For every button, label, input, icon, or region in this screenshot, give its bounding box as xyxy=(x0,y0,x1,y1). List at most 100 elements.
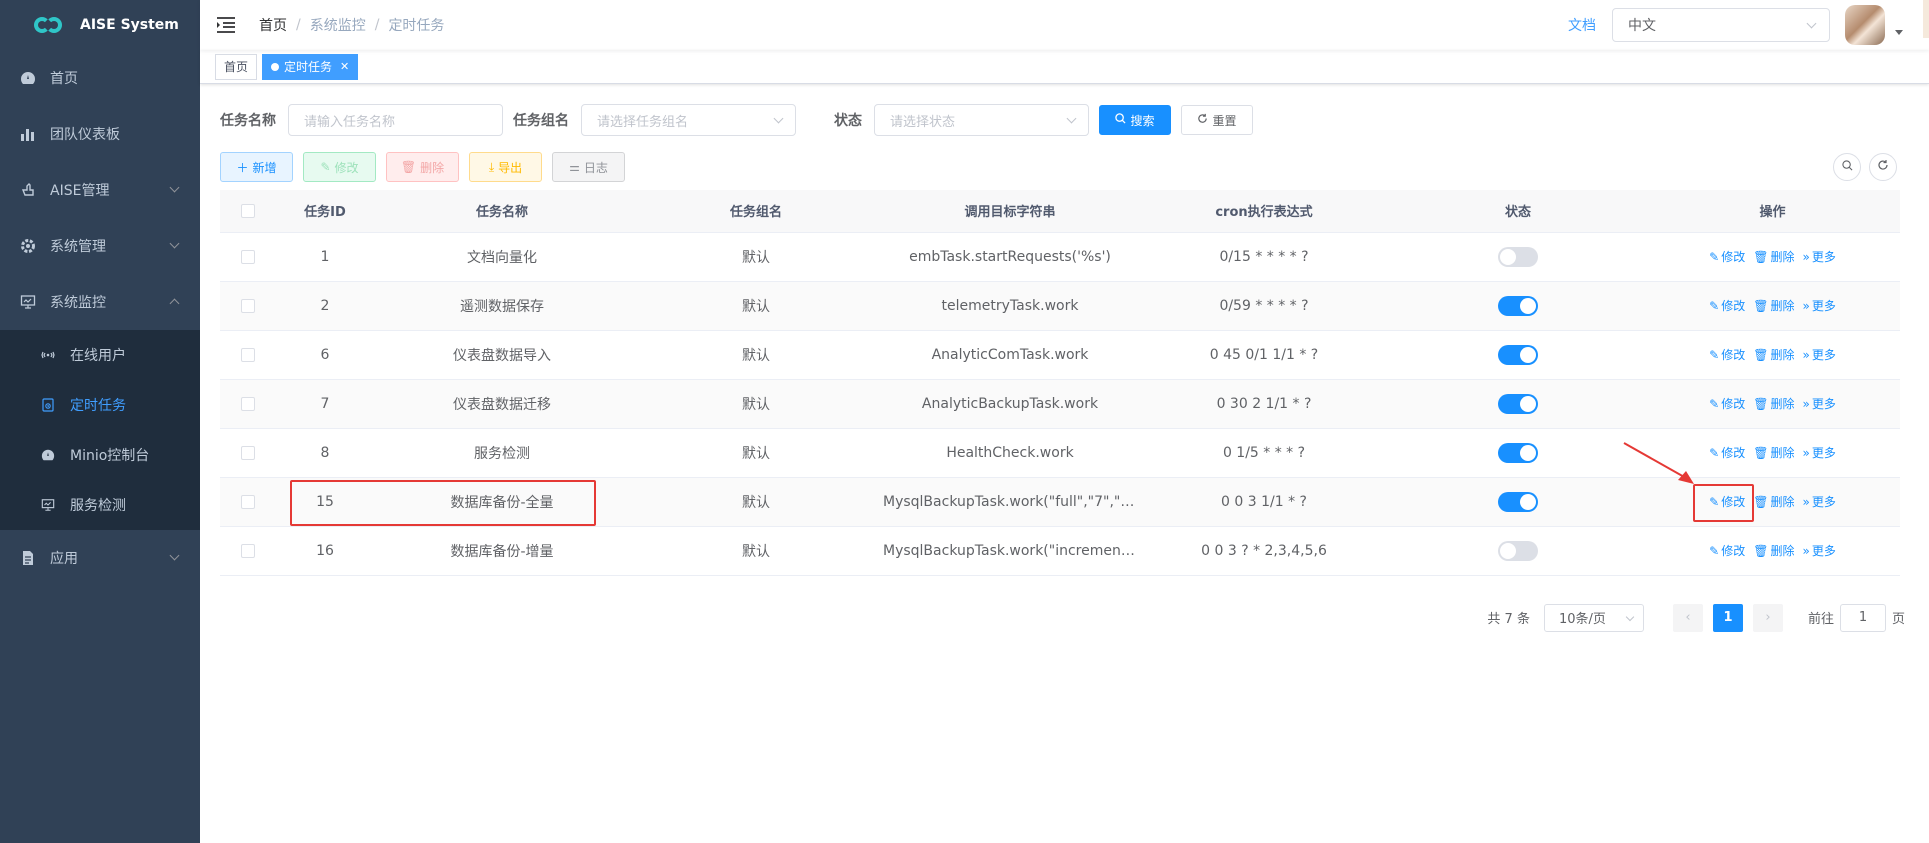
row-checkbox[interactable] xyxy=(240,249,255,264)
trash-icon: 🗑 xyxy=(1753,544,1769,558)
row-edit-button[interactable]: ✎ 修改 xyxy=(1709,446,1745,460)
status-switch[interactable] xyxy=(1498,393,1538,414)
row-select-cell[interactable] xyxy=(220,526,275,576)
cell-status xyxy=(1391,330,1645,380)
row-delete-label: 删除 xyxy=(1770,544,1795,558)
job-group-select[interactable]: 请选择任务组名 xyxy=(581,104,796,136)
row-checkbox[interactable] xyxy=(240,298,255,313)
job-name-input[interactable]: 请输入任务名称 xyxy=(288,104,503,136)
sidebar-item-scheduled-jobs[interactable]: 定时任务 xyxy=(0,380,200,430)
row-select-cell[interactable] xyxy=(220,232,275,282)
row-select-cell[interactable] xyxy=(220,281,275,331)
language-select[interactable]: 中文 xyxy=(1612,8,1830,42)
toggle-search-button[interactable] xyxy=(1833,153,1861,181)
row-edit-button[interactable]: ✎ 修改 xyxy=(1709,299,1745,313)
row-checkbox[interactable] xyxy=(240,396,255,411)
close-icon[interactable]: ✕ xyxy=(340,60,349,73)
sidebar-item-online-users[interactable]: 在线用户 xyxy=(0,330,200,380)
log-button[interactable]: ⚌ 日志 xyxy=(552,152,625,182)
row-more-button[interactable]: » 更多 xyxy=(1802,299,1835,313)
row-delete-button[interactable]: 🗑 删除 xyxy=(1753,348,1794,362)
sidebar-item-team-dashboard[interactable]: 团队仪表板 xyxy=(0,106,200,162)
status-switch[interactable] xyxy=(1498,442,1538,463)
sidebar-item-home[interactable]: 首页 xyxy=(0,50,200,106)
sidebar-item-minio-console[interactable]: Minio控制台 xyxy=(0,430,200,480)
row-more-button[interactable]: » 更多 xyxy=(1802,348,1835,362)
tag-label: 定时任务 xyxy=(284,60,333,74)
tag-scheduled-jobs[interactable]: 定时任务 ✕ xyxy=(262,53,359,80)
cell-cron: 0 1/5 * * * ? xyxy=(1137,428,1391,478)
page-number-current[interactable]: 1 xyxy=(1712,603,1743,632)
status-switch[interactable] xyxy=(1498,295,1538,316)
edit-button[interactable]: ✎ 修改 xyxy=(303,152,376,182)
job-group-placeholder: 请选择任务组名 xyxy=(597,114,689,130)
add-button[interactable]: ＋ 新增 xyxy=(220,152,293,182)
next-page-button[interactable]: › xyxy=(1752,603,1783,632)
row-delete-button[interactable]: 🗑 删除 xyxy=(1753,299,1794,313)
sidebar-item-system-monitor[interactable]: 系统监控 xyxy=(0,274,200,330)
caret-down-icon[interactable] xyxy=(1895,29,1903,35)
refresh-table-button[interactable] xyxy=(1869,153,1897,181)
cell-invoke-target: MysqlBackupTask.work("full","7","a… xyxy=(883,477,1137,527)
prev-page-button[interactable]: ‹ xyxy=(1672,603,1703,632)
row-more-button[interactable]: » 更多 xyxy=(1802,446,1835,460)
header-cron: cron执行表达式 xyxy=(1137,190,1391,233)
row-more-button[interactable]: » 更多 xyxy=(1802,250,1835,264)
row-edit-button[interactable]: ✎ 修改 xyxy=(1709,250,1745,264)
row-select-cell[interactable] xyxy=(220,330,275,380)
sidebar-item-apps[interactable]: 应用 xyxy=(0,530,200,586)
row-more-button[interactable]: » 更多 xyxy=(1802,397,1835,411)
status-switch[interactable] xyxy=(1498,540,1538,561)
cell-job-id: 8 xyxy=(275,428,375,478)
row-select-cell[interactable] xyxy=(220,379,275,429)
tag-home[interactable]: 首页 xyxy=(215,53,258,80)
status-switch[interactable] xyxy=(1498,344,1538,365)
logo[interactable]: AISE System xyxy=(0,0,200,50)
search-button[interactable]: 搜索 xyxy=(1099,105,1171,135)
row-more-button[interactable]: » 更多 xyxy=(1802,495,1835,509)
goto-page-input[interactable]: 1 xyxy=(1839,603,1886,632)
row-edit-button[interactable]: ✎ 修改 xyxy=(1709,397,1745,411)
row-edit-button[interactable]: ✎ 修改 xyxy=(1709,544,1745,558)
row-edit-button[interactable]: ✎ 修改 xyxy=(1709,495,1745,509)
cell-job-id: 1 xyxy=(275,232,375,282)
avatar[interactable] xyxy=(1845,5,1885,45)
row-delete-button[interactable]: 🗑 删除 xyxy=(1753,250,1794,264)
row-delete-button[interactable]: 🗑 删除 xyxy=(1753,397,1794,411)
sidebar-item-aise-manage[interactable]: AISE管理 xyxy=(0,162,200,218)
row-edit-button[interactable]: ✎ 修改 xyxy=(1709,348,1745,362)
sidebar-item-health-check[interactable]: 服务检测 xyxy=(0,480,200,530)
row-delete-button[interactable]: 🗑 删除 xyxy=(1753,446,1794,460)
page-size-select[interactable]: 10条/页 xyxy=(1543,603,1644,632)
row-delete-button[interactable]: 🗑 删除 xyxy=(1753,495,1794,509)
row-select-cell[interactable] xyxy=(220,428,275,478)
row-checkbox[interactable] xyxy=(240,494,255,509)
status-switch[interactable] xyxy=(1498,491,1538,512)
cell-job-group: 默认 xyxy=(629,281,883,331)
row-delete-button[interactable]: 🗑 删除 xyxy=(1753,544,1794,558)
export-button[interactable]: ⤓ 导出 xyxy=(469,152,542,182)
row-checkbox[interactable] xyxy=(240,347,255,362)
scrollbar[interactable] xyxy=(1923,0,1929,38)
status-switch[interactable] xyxy=(1498,246,1538,267)
select-all-cell[interactable] xyxy=(220,190,275,233)
delete-button[interactable]: 🗑 删除 xyxy=(386,152,459,182)
select-all-checkbox[interactable] xyxy=(240,203,255,218)
sidebar-item-system-manage[interactable]: 系统管理 xyxy=(0,218,200,274)
cell-cron: 0 0 3 1/1 * ? xyxy=(1137,477,1391,527)
row-more-button[interactable]: » 更多 xyxy=(1802,544,1835,558)
hamburger-icon[interactable] xyxy=(217,17,235,33)
row-checkbox[interactable] xyxy=(240,543,255,558)
row-select-cell[interactable] xyxy=(220,477,275,527)
row-more-label: 更多 xyxy=(1811,397,1836,411)
cell-status xyxy=(1391,428,1645,478)
breadcrumb-home[interactable]: 首页 xyxy=(259,15,287,35)
cell-job-id: 2 xyxy=(275,281,375,331)
sidebar-item-label: 系统管理 xyxy=(50,239,106,255)
docs-link[interactable]: 文档 xyxy=(1568,15,1596,35)
cell-actions: ✎ 修改 🗑 删除 » 更多 xyxy=(1645,526,1900,576)
cell-job-name: 数据库备份-全量 xyxy=(375,477,629,527)
row-checkbox[interactable] xyxy=(240,445,255,460)
reset-button[interactable]: 重置 xyxy=(1181,105,1253,135)
status-select[interactable]: 请选择状态 xyxy=(874,104,1089,136)
